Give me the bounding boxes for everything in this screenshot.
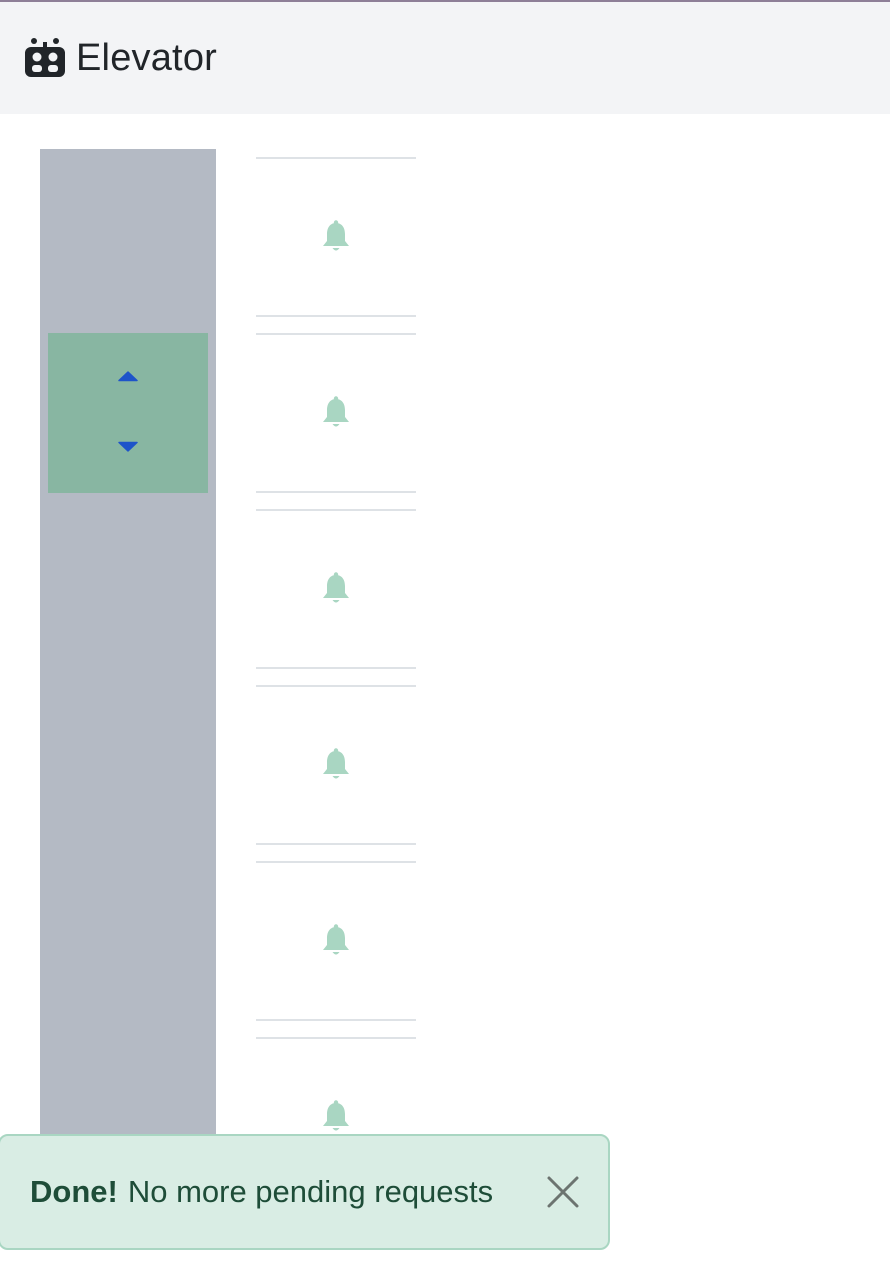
bell-icon <box>323 748 349 779</box>
bell-icon <box>323 1100 349 1131</box>
floor-row <box>256 861 416 1021</box>
elevator-shaft <box>40 149 216 1149</box>
call-button[interactable] <box>320 924 352 958</box>
call-button[interactable] <box>320 748 352 782</box>
toast-message-wrapper: Done! No more pending requests <box>30 1174 522 1210</box>
car-down-button[interactable] <box>118 441 138 453</box>
app-header: Elevator <box>0 2 890 114</box>
elevator-app: Elevator Done! No more pending requests <box>0 0 890 1274</box>
toast-message: No more pending requests <box>127 1174 494 1209</box>
call-button[interactable] <box>320 1100 352 1134</box>
bell-icon <box>323 396 349 427</box>
floor-row <box>256 157 416 317</box>
floor-row <box>256 333 416 493</box>
toast-close-button[interactable] <box>546 1175 580 1209</box>
call-button[interactable] <box>320 572 352 606</box>
bell-icon <box>323 924 349 955</box>
caret-up-icon <box>118 371 138 382</box>
success-toast: Done! No more pending requests <box>0 1134 610 1250</box>
caret-down-icon <box>118 441 138 452</box>
app-title: Elevator <box>76 36 218 79</box>
elevator-car <box>48 333 208 493</box>
toast-strong-text: Done! <box>30 1174 118 1209</box>
bell-icon <box>323 572 349 603</box>
call-button[interactable] <box>320 396 352 430</box>
floor-row <box>256 509 416 669</box>
robot-icon <box>24 37 66 79</box>
close-icon <box>547 1176 579 1208</box>
call-button[interactable] <box>320 220 352 254</box>
car-up-button[interactable] <box>118 370 138 382</box>
bell-icon <box>323 220 349 251</box>
floor-row <box>256 685 416 845</box>
